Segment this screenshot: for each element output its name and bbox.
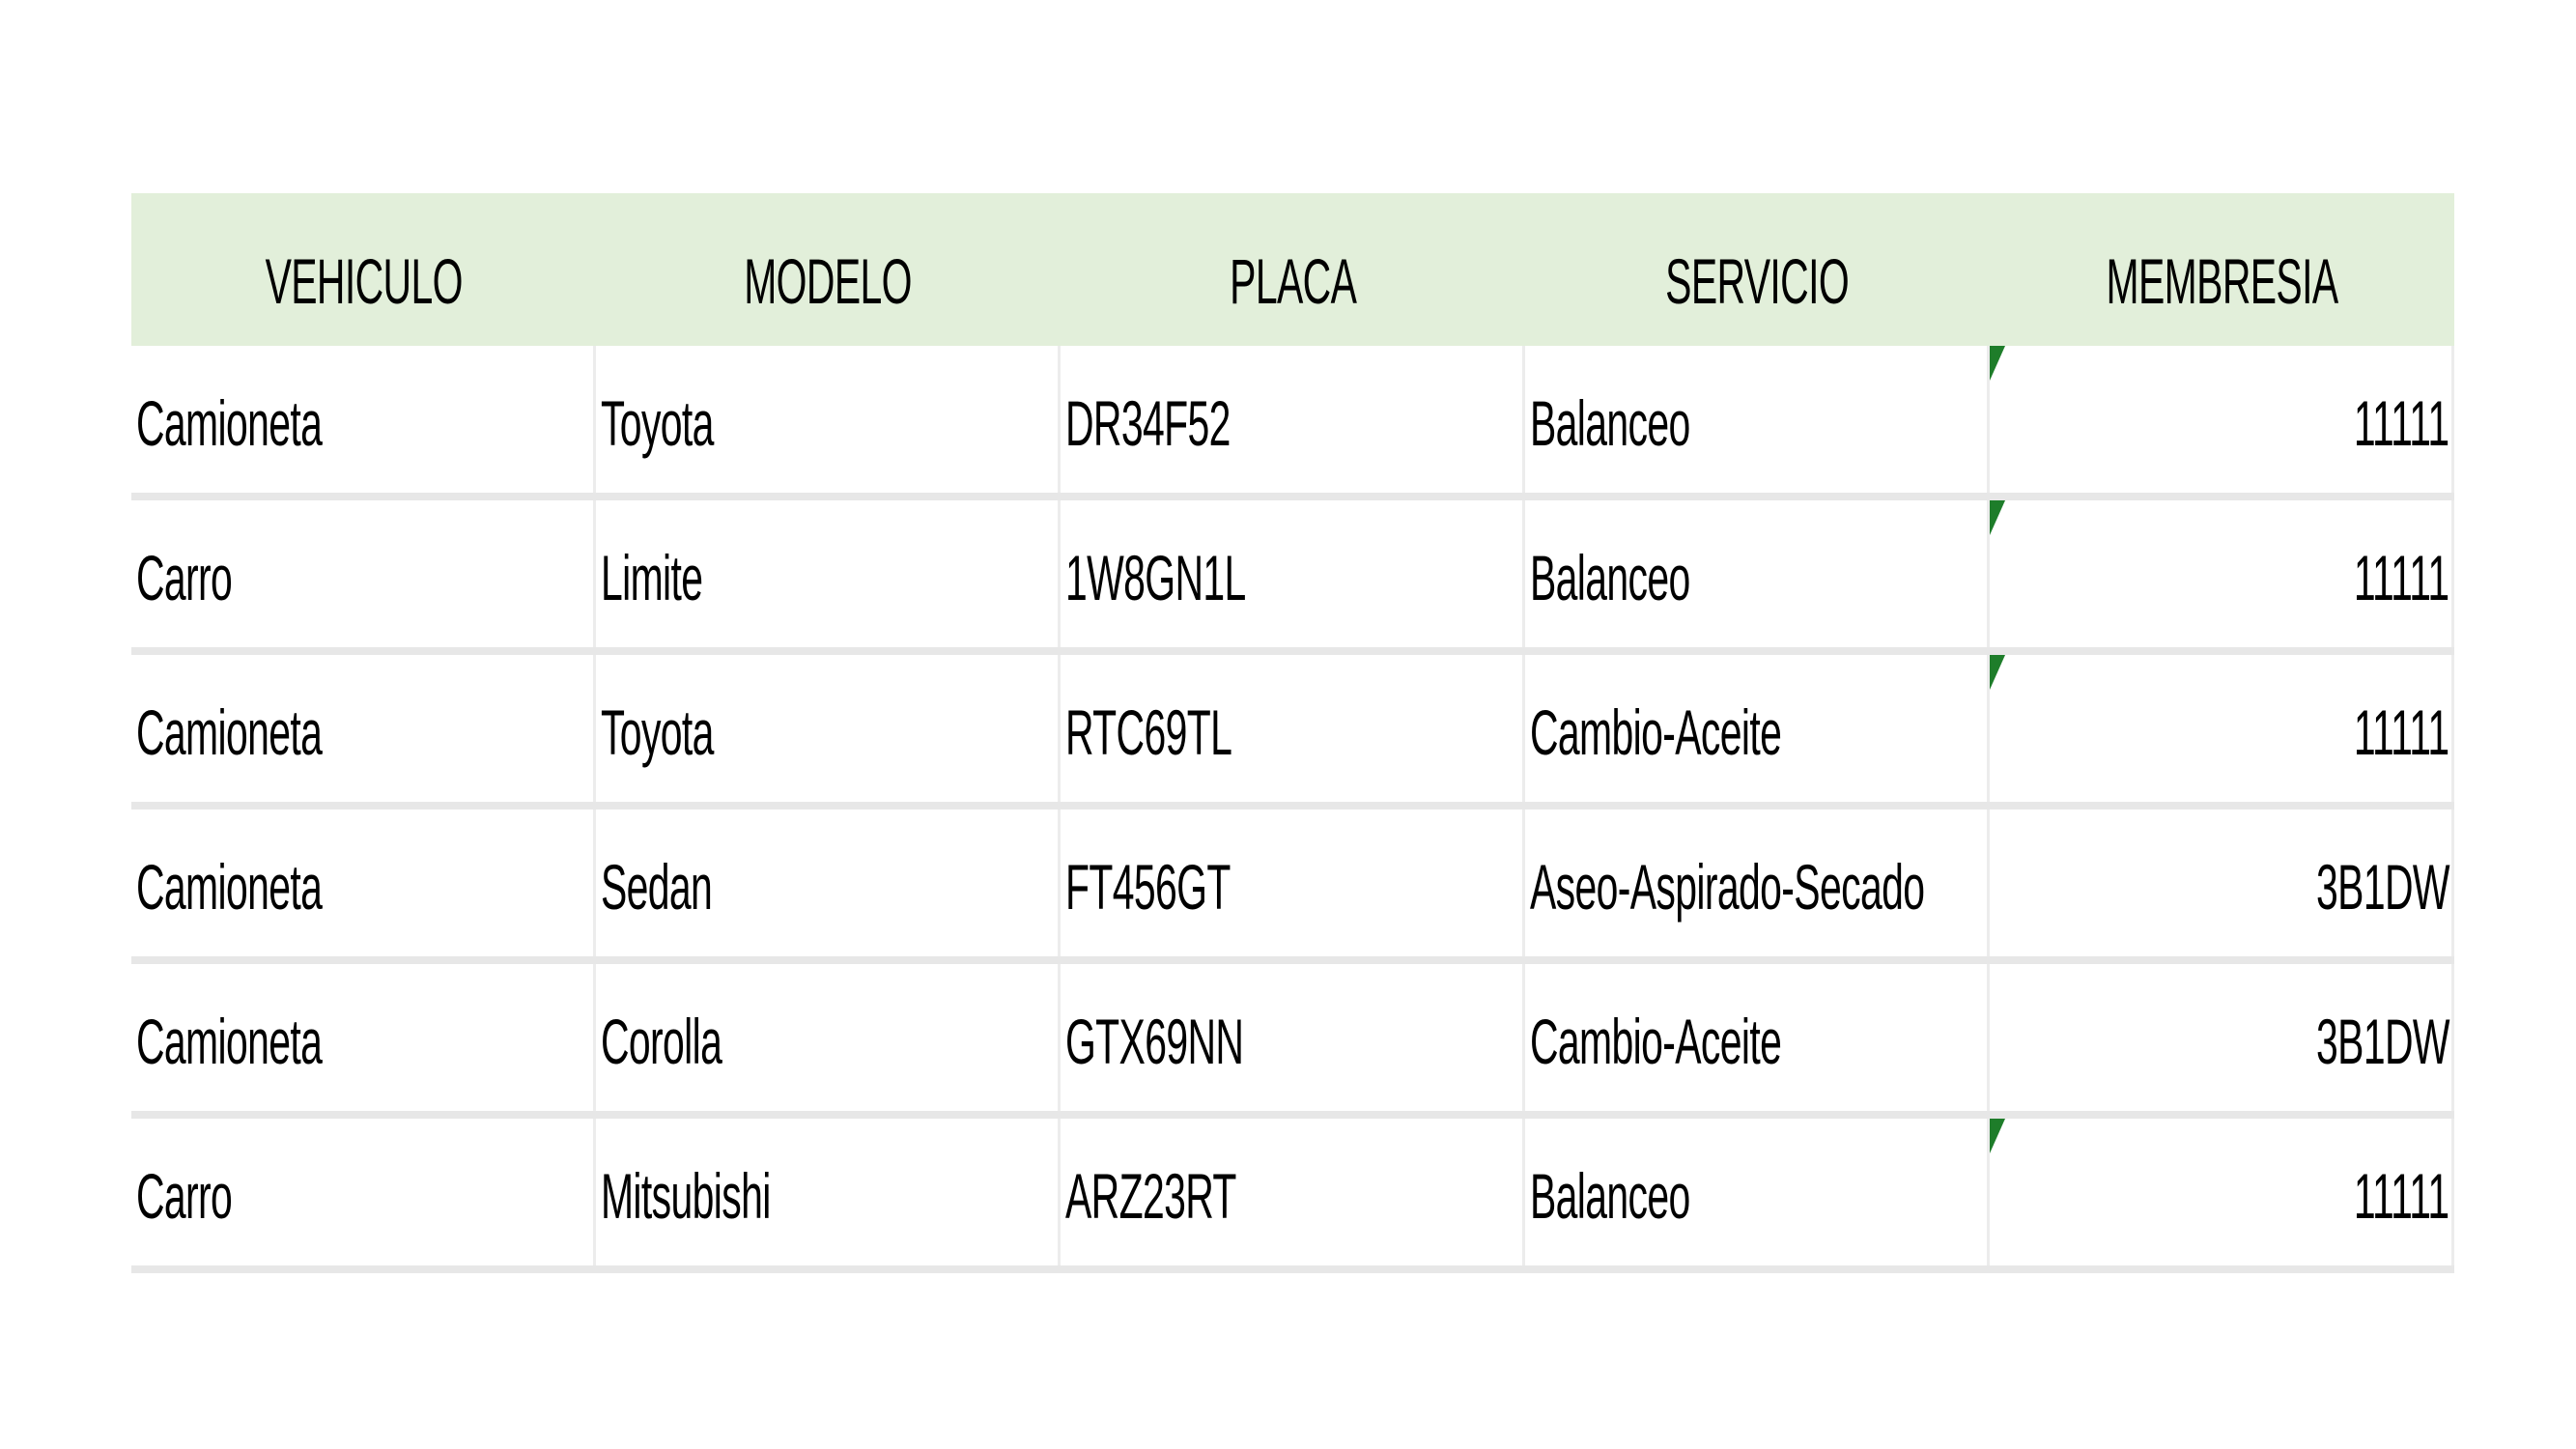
cell-value: ARZ23RT [1064,1160,1236,1232]
cell-placa[interactable]: ARZ23RT [1061,1119,1525,1265]
cell-value: Cambio-Aceite [1529,696,1782,768]
header-row: VEHICULO MODELO PLACA SERVICIO MEMBRESIA [131,193,2454,346]
cell-modelo[interactable]: Toyota [596,655,1061,802]
cell-value: Camioneta [135,851,323,923]
cell-membresia[interactable]: 11111 [1990,1119,2454,1265]
cell-value: Toyota [600,696,714,768]
cell-value: Balanceo [1529,1160,1690,1232]
cell-value: RTC69TL [1064,696,1232,768]
table-row: Camioneta Toyota DR34F52 Balanceo 11111 [131,346,2454,500]
cell-value: Carro [135,542,233,613]
cell-value: Cambio-Aceite [1529,1006,1782,1077]
cell-value: Camioneta [135,387,323,459]
cell-value: 11111 [2353,387,2449,459]
cell-value: FT456GT [1064,851,1231,923]
cell-placa[interactable]: FT456GT [1061,810,1525,956]
cell-value: Camioneta [135,696,323,768]
table-row: Camioneta Corolla GTX69NN Cambio-Aceite … [131,964,2454,1119]
cell-modelo[interactable]: Toyota [596,346,1061,493]
header-label: VEHICULO [265,245,463,317]
cell-value: DR34F52 [1064,387,1231,459]
cell-servicio[interactable]: Balanceo [1525,500,1990,647]
table-row: Carro Limite 1W8GN1L Balanceo 11111 [131,500,2454,655]
cell-value: Toyota [600,387,714,459]
cell-membresia[interactable]: 3B1DW [1990,964,2454,1111]
cell-value: 11111 [2353,1160,2449,1232]
header-cell-placa[interactable]: PLACA [1061,193,1525,346]
cell-placa[interactable]: DR34F52 [1061,346,1525,493]
cell-servicio[interactable]: Aseo-Aspirado-Secado [1525,810,1990,956]
table-row: Carro Mitsubishi ARZ23RT Balanceo 11111 [131,1119,2454,1273]
table-row: Camioneta Sedan FT456GT Aseo-Aspirado-Se… [131,810,2454,964]
cell-servicio[interactable]: Cambio-Aceite [1525,655,1990,802]
cell-vehiculo[interactable]: Carro [131,1119,596,1265]
cell-vehiculo[interactable]: Carro [131,500,596,647]
cell-value: Sedan [600,851,713,923]
cell-value: Limite [600,542,703,613]
cell-membresia[interactable]: 11111 [1990,500,2454,647]
cell-membresia[interactable]: 3B1DW [1990,810,2454,956]
cell-value: 1W8GN1L [1064,542,1246,613]
number-as-text-marker-icon[interactable] [1990,500,2005,535]
cell-placa[interactable]: 1W8GN1L [1061,500,1525,647]
header-label: SERVICIO [1665,245,1850,317]
header-cell-modelo[interactable]: MODELO [596,193,1061,346]
cell-modelo[interactable]: Mitsubishi [596,1119,1061,1265]
spreadsheet-table: VEHICULO MODELO PLACA SERVICIO MEMBRESIA… [131,193,2454,1273]
number-as-text-marker-icon[interactable] [1990,1119,2005,1153]
cell-servicio[interactable]: Balanceo [1525,346,1990,493]
cell-vehiculo[interactable]: Camioneta [131,346,596,493]
cell-value: Balanceo [1529,387,1690,459]
cell-value: 3B1DW [2315,1006,2450,1077]
header-label: PLACA [1229,245,1357,317]
cell-membresia[interactable]: 11111 [1990,655,2454,802]
cell-modelo[interactable]: Sedan [596,810,1061,956]
cell-value: Corolla [600,1006,722,1077]
cell-value: GTX69NN [1064,1006,1244,1077]
header-label: MODELO [744,245,913,317]
header-cell-vehiculo[interactable]: VEHICULO [131,193,596,346]
number-as-text-marker-icon[interactable] [1990,655,2005,690]
header-cell-servicio[interactable]: SERVICIO [1525,193,1990,346]
cell-vehiculo[interactable]: Camioneta [131,964,596,1111]
cell-value: Carro [135,1160,233,1232]
cell-servicio[interactable]: Balanceo [1525,1119,1990,1265]
cell-modelo[interactable]: Limite [596,500,1061,647]
cell-value: 3B1DW [2315,851,2450,923]
cell-value: Aseo-Aspirado-Secado [1529,851,1925,923]
cell-servicio[interactable]: Cambio-Aceite [1525,964,1990,1111]
cell-value: Camioneta [135,1006,323,1077]
table-row: Camioneta Toyota RTC69TL Cambio-Aceite 1… [131,655,2454,810]
header-label: MEMBRESIA [2106,245,2338,317]
cell-value: 11111 [2353,542,2449,613]
cell-value: Mitsubishi [600,1160,771,1232]
cell-value: Balanceo [1529,542,1690,613]
cell-vehiculo[interactable]: Camioneta [131,810,596,956]
cell-placa[interactable]: RTC69TL [1061,655,1525,802]
cell-placa[interactable]: GTX69NN [1061,964,1525,1111]
cell-membresia[interactable]: 11111 [1990,346,2454,493]
header-cell-membresia[interactable]: MEMBRESIA [1990,193,2454,346]
cell-value: 11111 [2353,696,2449,768]
cell-vehiculo[interactable]: Camioneta [131,655,596,802]
number-as-text-marker-icon[interactable] [1990,346,2005,381]
cell-modelo[interactable]: Corolla [596,964,1061,1111]
